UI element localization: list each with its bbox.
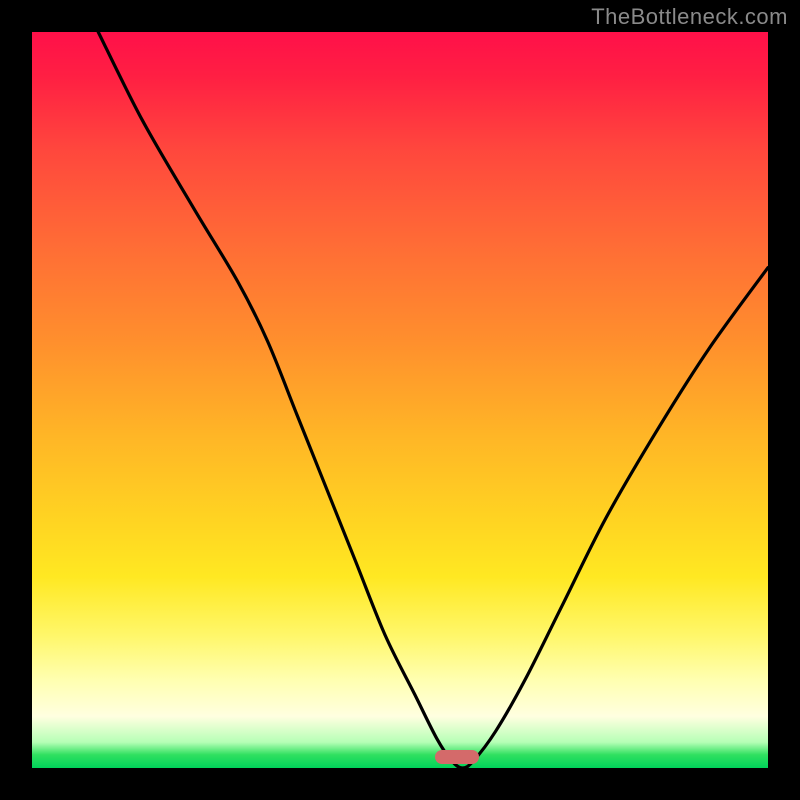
bottleneck-curve: [32, 32, 768, 768]
chart-frame: TheBottleneck.com: [0, 0, 800, 800]
watermark-text: TheBottleneck.com: [591, 4, 788, 30]
plot-area: [32, 32, 768, 768]
optimum-marker: [435, 750, 479, 764]
